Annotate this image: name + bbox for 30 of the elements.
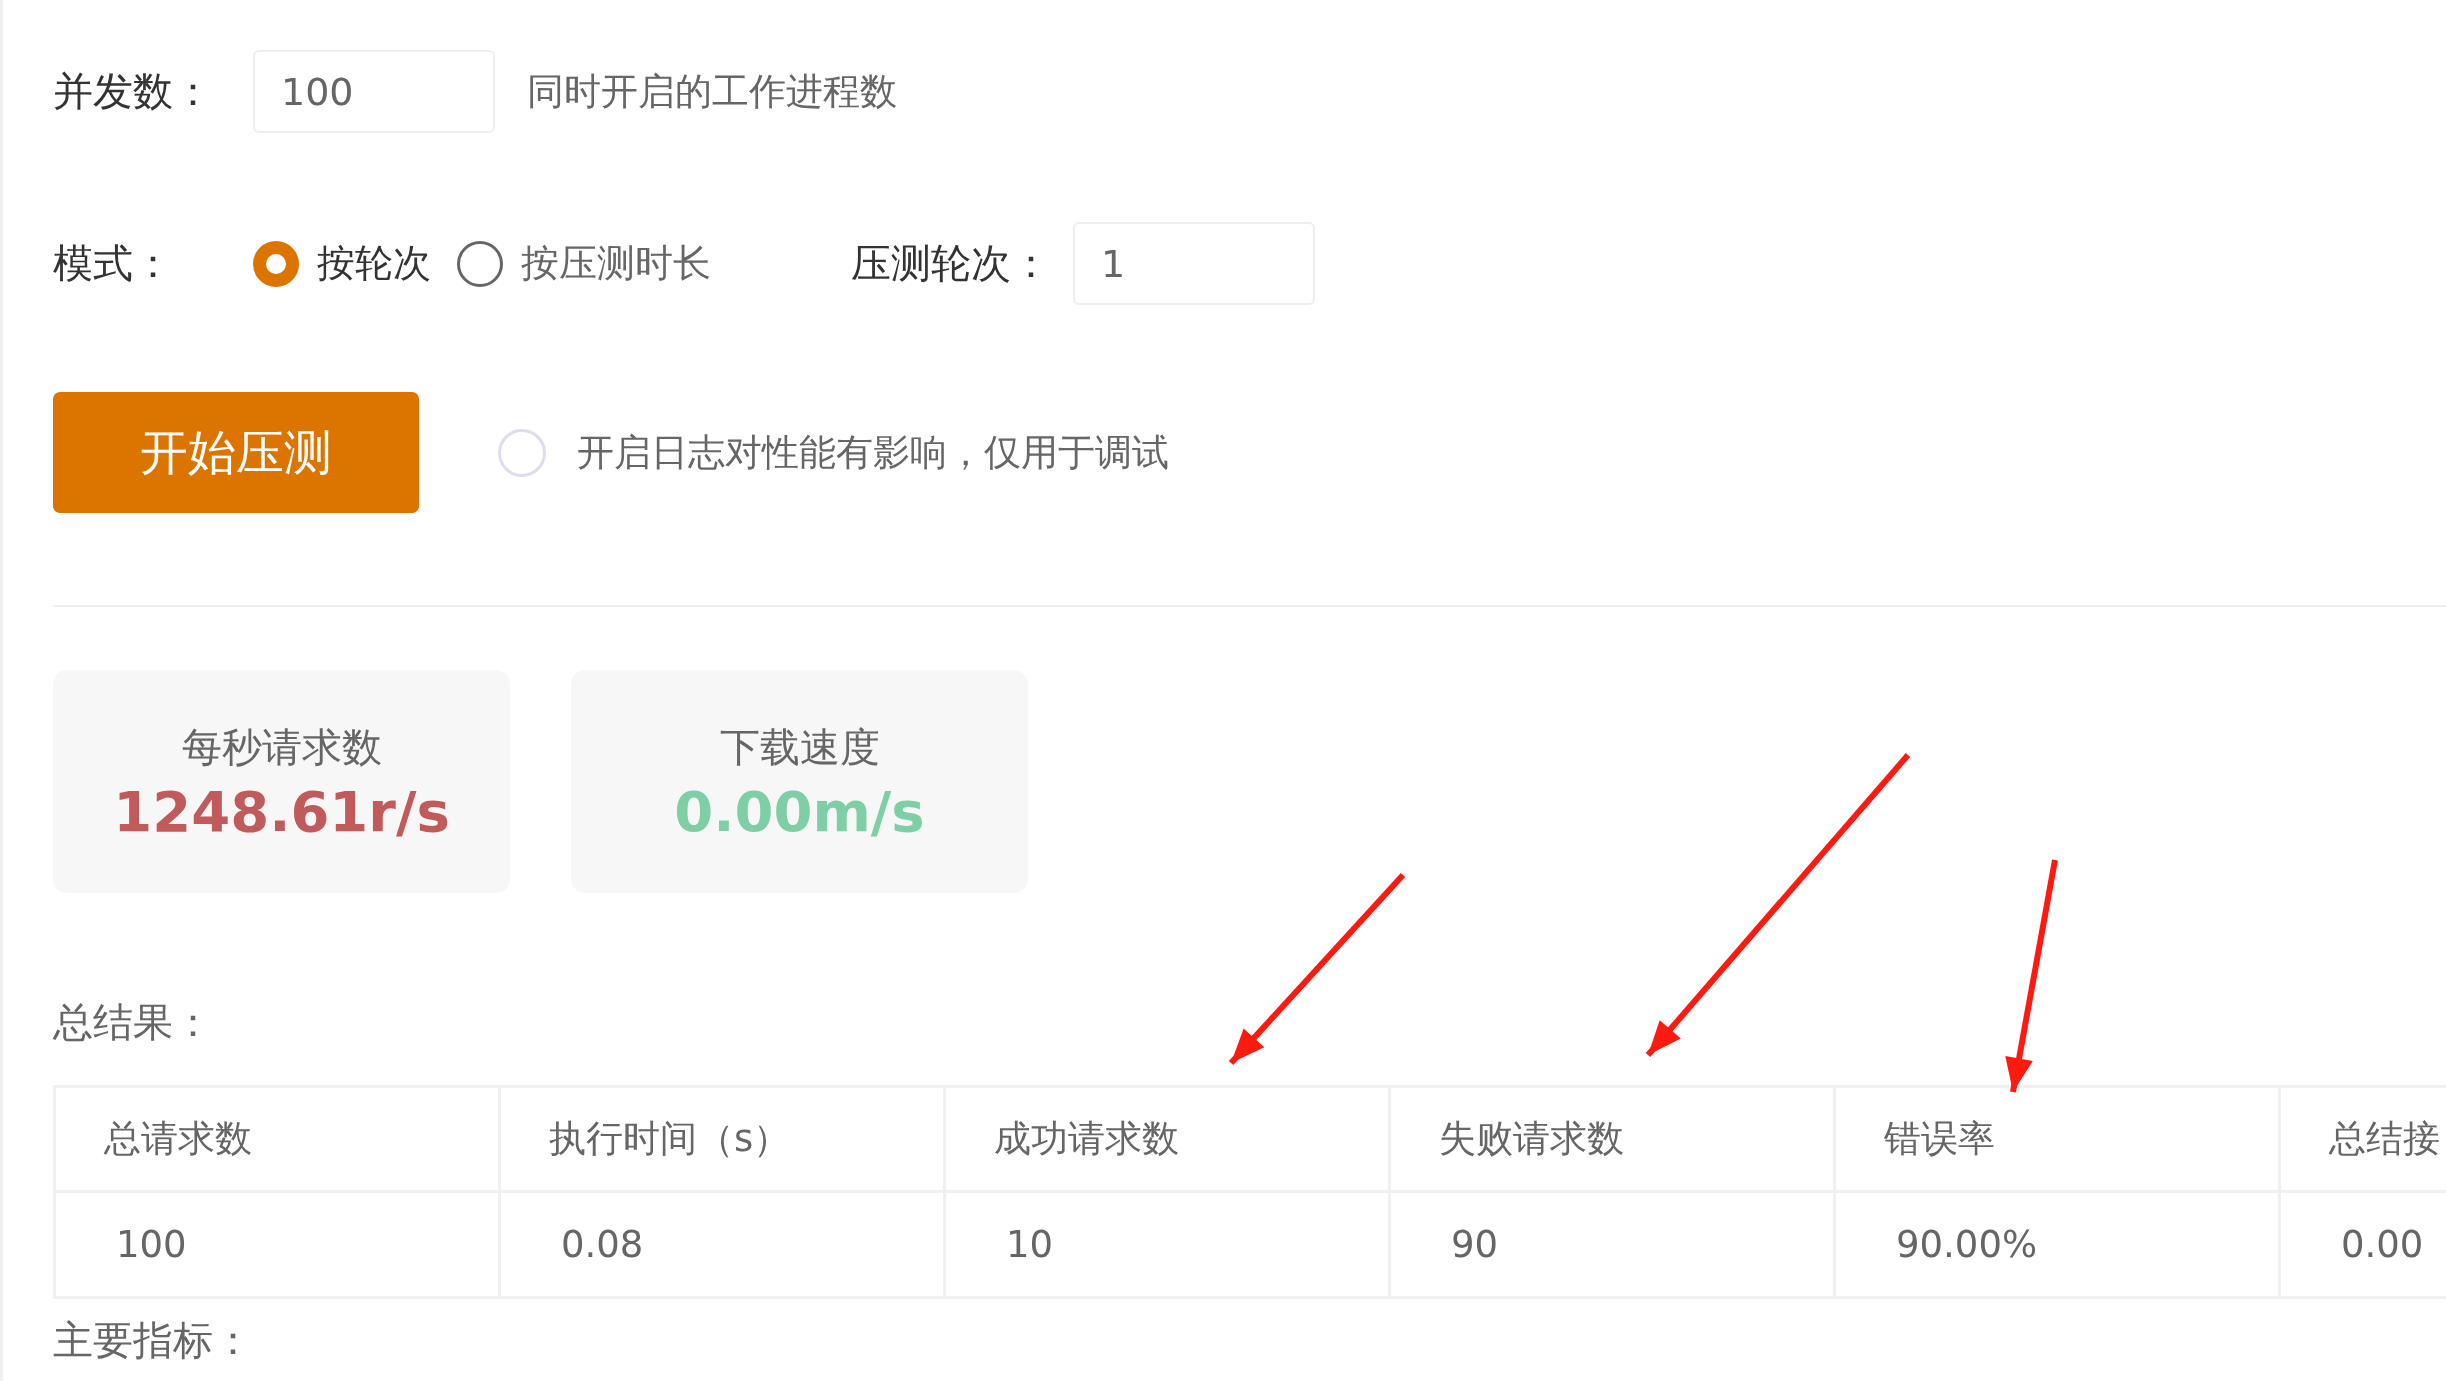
radio-button[interactable] — [457, 240, 503, 287]
hint-text: 同时开启的工作进程数 — [527, 68, 897, 115]
table-cell: 90.00% — [1834, 1191, 2280, 1298]
metric-label: 下载速度 — [719, 722, 880, 772]
radio-label[interactable]: 按轮次 — [317, 238, 431, 289]
checkbox[interactable] — [498, 428, 546, 477]
column-header: 执行时间（s） — [499, 1086, 945, 1192]
column-header: 成功请求数 — [944, 1086, 1390, 1192]
metric-label: 每秒请求数 — [181, 722, 382, 772]
section-title: 主要指标： — [53, 1316, 254, 1364]
column-header: 总请求数 — [54, 1086, 500, 1192]
column-header: 错误率 — [1834, 1086, 2280, 1192]
rounds-field[interactable]: 1 — [1073, 222, 1315, 305]
metric-value: 0.00m/s — [674, 778, 925, 844]
metric-value: 1248.61r/s — [113, 778, 450, 844]
radio-label[interactable]: 按压测时长 — [521, 238, 711, 289]
concurrency-field[interactable]: 100 — [253, 50, 495, 133]
column-header: 失败请求数 — [1389, 1086, 1835, 1192]
checkbox-label[interactable]: 开启日志对性能有影响，仅用于调试 — [577, 427, 1169, 478]
field-label: 并发数： — [53, 67, 214, 116]
section-title: 总结果： — [53, 998, 214, 1046]
start-button[interactable]: 开始压测 — [53, 392, 419, 513]
field-label: 压测轮次： — [851, 239, 1051, 288]
table-cell: 90 — [1389, 1191, 1835, 1298]
table-cell: 100 — [54, 1191, 500, 1298]
table-cell: 10 — [944, 1191, 1390, 1298]
field-label: 模式： — [53, 239, 174, 288]
table-cell: 0.08 — [499, 1191, 945, 1298]
column-header: 总结接 — [2279, 1086, 2446, 1192]
radio-button[interactable] — [253, 240, 299, 287]
